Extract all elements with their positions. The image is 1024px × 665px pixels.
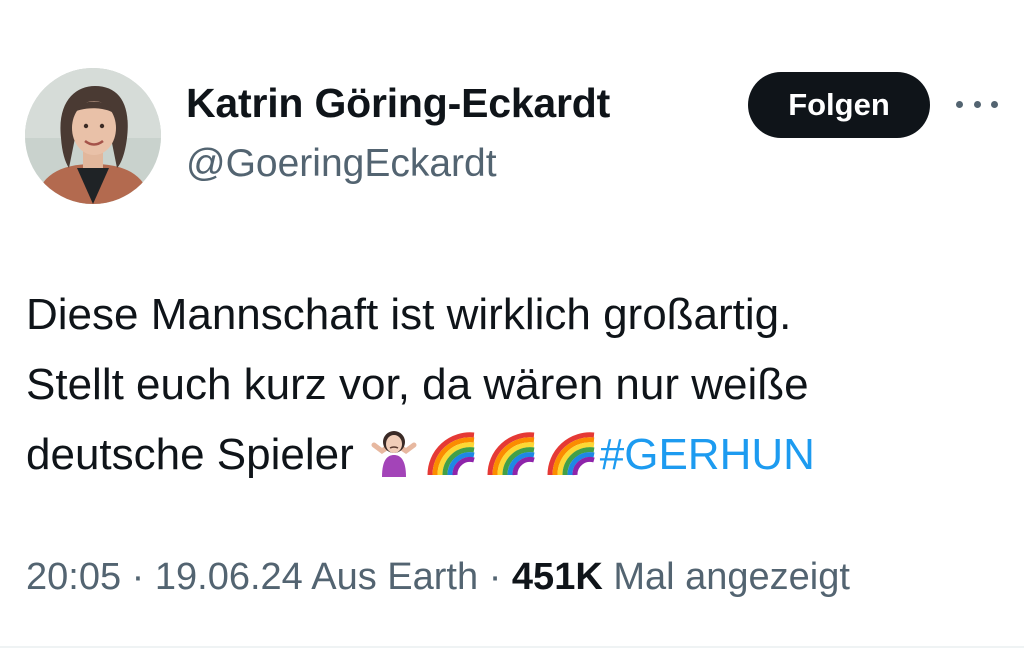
tweet-line: Diese Mannschaft ist wirklich großartig.: [26, 290, 792, 339]
hashtag-link[interactable]: #GERHUN: [600, 430, 815, 479]
tweet-meta: 20:05 · 19.06.24 Aus Earth · 451K Mal an…: [26, 556, 850, 599]
dot: [991, 100, 998, 108]
tweet-time[interactable]: 20:05: [26, 556, 121, 598]
tweet-date[interactable]: 19.06.24: [155, 556, 303, 598]
tweet-line: deutsche Spieler #GERHUN: [26, 420, 986, 498]
tweet-line: Stellt euch kurz vor, da wären nur weiße: [26, 360, 809, 409]
person-shrugging-icon: [368, 425, 420, 498]
tweet-source: Aus Earth: [311, 556, 479, 598]
tweet-line-text: deutsche Spieler: [26, 430, 354, 479]
more-options-icon[interactable]: [956, 94, 998, 114]
follow-button[interactable]: Folgen: [748, 72, 930, 138]
dot: [956, 100, 963, 108]
tweet-text: Diese Mannschaft ist wirklich großartig.…: [26, 280, 986, 498]
profile-photo-icon: [25, 68, 161, 204]
dot: [973, 100, 981, 108]
views-label: Mal angezeigt: [613, 556, 850, 598]
meta-separator: ·: [131, 556, 145, 598]
avatar[interactable]: [25, 68, 161, 204]
author-handle[interactable]: @GoeringEckardt: [186, 142, 497, 186]
rainbow-icon: [424, 425, 480, 498]
rainbow-icon: [484, 425, 540, 498]
rainbow-icon: [544, 425, 600, 498]
divider: [0, 646, 1024, 648]
meta-separator: ·: [488, 556, 502, 598]
views-count[interactable]: 451K: [512, 556, 603, 598]
author-display-name[interactable]: Katrin Göring-Eckardt: [186, 80, 610, 127]
